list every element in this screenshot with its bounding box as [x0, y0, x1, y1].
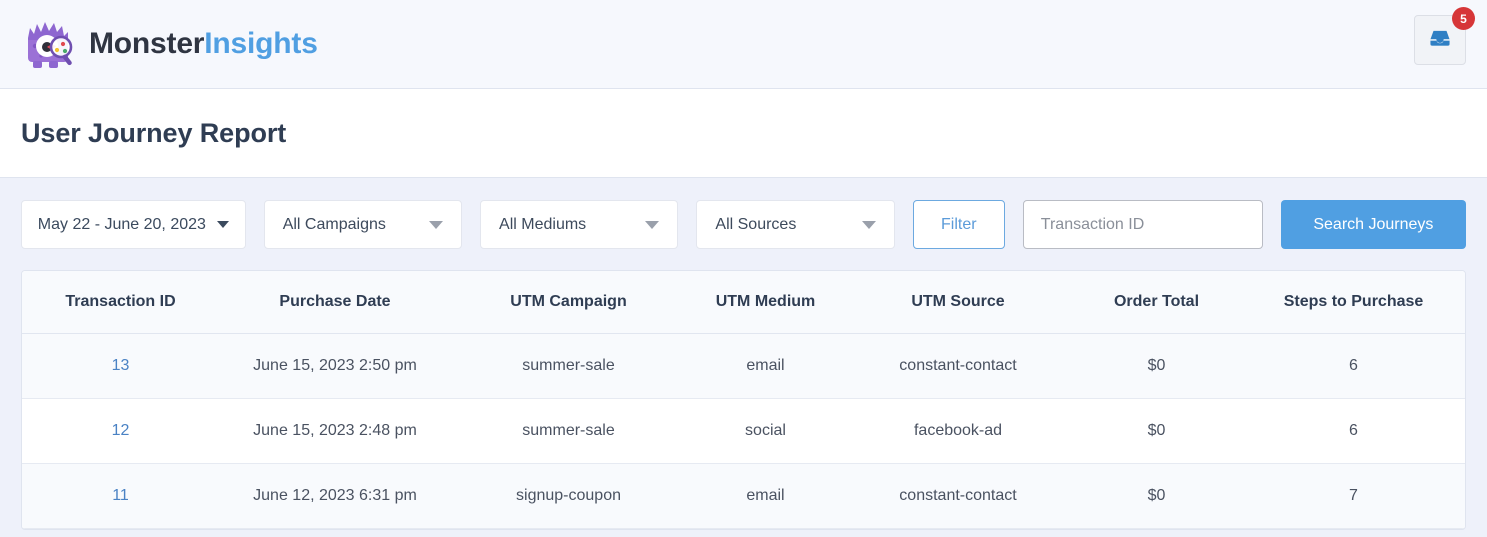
table-row: 13 June 15, 2023 2:50 pm summer-sale ema…: [22, 333, 1465, 399]
inbox-button[interactable]: 5: [1414, 7, 1475, 65]
app-header: MonsterInsights 5: [0, 0, 1487, 89]
cell-transaction-id: 13: [22, 333, 219, 399]
cell-transaction-id: 11: [22, 463, 219, 529]
date-range-picker[interactable]: May 22 - June 20, 2023: [21, 200, 246, 249]
column-header-utm-source[interactable]: UTM Source: [845, 271, 1071, 334]
cell-purchase-date: June 15, 2023 2:50 pm: [219, 333, 451, 399]
table-row: 11 June 12, 2023 6:31 pm signup-coupon e…: [22, 463, 1465, 529]
chevron-down-icon: [645, 220, 660, 229]
cell-utm-campaign: signup-coupon: [451, 463, 686, 529]
transaction-id-link[interactable]: 12: [112, 422, 130, 439]
column-header-order-total[interactable]: Order Total: [1071, 271, 1242, 334]
brand-name: MonsterInsights: [89, 27, 318, 61]
cell-purchase-date: June 15, 2023 2:48 pm: [219, 398, 451, 464]
filter-button[interactable]: Filter: [912, 200, 1005, 249]
filter-button-label: Filter: [940, 215, 977, 233]
cell-purchase-date: June 12, 2023 6:31 pm: [219, 463, 451, 529]
cell-order-total: $0: [1071, 333, 1242, 399]
table-header-row: Transaction ID Purchase Date UTM Campaig…: [22, 271, 1465, 334]
column-header-purchase-date[interactable]: Purchase Date: [219, 271, 451, 334]
inbox-badge-count: 5: [1452, 7, 1475, 30]
chevron-down-icon: [429, 220, 444, 229]
column-header-utm-campaign[interactable]: UTM Campaign: [451, 271, 686, 334]
cell-transaction-id: 12: [22, 398, 219, 464]
cell-steps-to-purchase: 6: [1242, 333, 1465, 399]
cell-utm-medium: email: [686, 333, 845, 399]
brand-logo: MonsterInsights: [21, 16, 318, 72]
transaction-id-link[interactable]: 11: [112, 487, 129, 504]
cell-steps-to-purchase: 7: [1242, 463, 1465, 529]
medium-filter-label: All Mediums: [499, 215, 587, 233]
transaction-id-search-input[interactable]: [1022, 200, 1263, 249]
search-journeys-button[interactable]: Search Journeys: [1280, 200, 1466, 249]
chevron-down-icon: [216, 221, 229, 228]
cell-utm-source: facebook-ad: [845, 398, 1071, 464]
transaction-id-link[interactable]: 13: [112, 357, 130, 374]
cell-utm-source: constant-contact: [845, 333, 1071, 399]
report-content: May 22 - June 20, 2023 All Campaigns All…: [0, 178, 1487, 530]
cell-utm-medium: social: [686, 398, 845, 464]
journeys-table-card: Transaction ID Purchase Date UTM Campaig…: [21, 270, 1466, 530]
chevron-down-icon: [861, 220, 876, 229]
campaign-filter-select[interactable]: All Campaigns: [263, 200, 463, 249]
source-filter-select[interactable]: All Sources: [696, 200, 895, 249]
page-title: User Journey Report: [21, 117, 287, 148]
medium-filter-select[interactable]: All Mediums: [480, 200, 679, 249]
filters-toolbar: May 22 - June 20, 2023 All Campaigns All…: [21, 200, 1466, 249]
cell-steps-to-purchase: 6: [1242, 398, 1465, 464]
campaign-filter-label: All Campaigns: [282, 215, 386, 233]
brand-name-insights: Insights: [204, 27, 318, 60]
inbox-tray-icon: [1427, 25, 1453, 56]
table-row: 12 June 15, 2023 2:48 pm summer-sale soc…: [22, 398, 1465, 464]
date-range-label: May 22 - June 20, 2023: [37, 215, 206, 233]
brand-name-monster: Monster: [89, 27, 205, 60]
journeys-table: Transaction ID Purchase Date UTM Campaig…: [22, 271, 1465, 529]
source-filter-label: All Sources: [715, 215, 797, 233]
cell-order-total: $0: [1071, 398, 1242, 464]
page-title-bar: User Journey Report: [0, 89, 1487, 178]
column-header-steps-to-purchase[interactable]: Steps to Purchase: [1242, 271, 1465, 334]
cell-utm-source: constant-contact: [845, 463, 1071, 529]
cell-utm-campaign: summer-sale: [451, 398, 686, 464]
cell-utm-medium: email: [686, 463, 845, 529]
cell-order-total: $0: [1071, 463, 1242, 529]
table-body: 13 June 15, 2023 2:50 pm summer-sale ema…: [22, 333, 1465, 529]
monster-magnifier-logo-icon: [21, 16, 77, 72]
column-header-transaction-id[interactable]: Transaction ID: [22, 271, 219, 334]
table-header: Transaction ID Purchase Date UTM Campaig…: [22, 271, 1465, 334]
cell-utm-campaign: summer-sale: [451, 333, 686, 399]
column-header-utm-medium[interactable]: UTM Medium: [686, 271, 845, 334]
